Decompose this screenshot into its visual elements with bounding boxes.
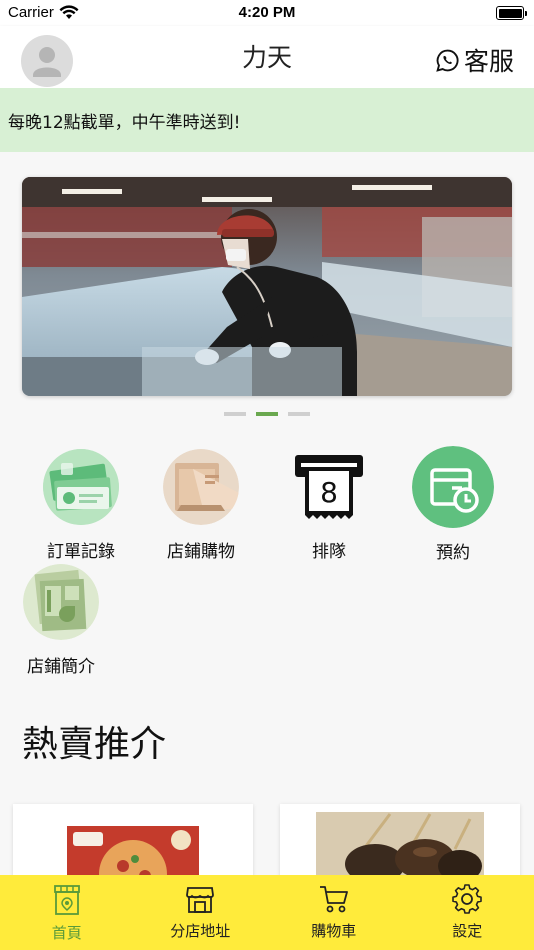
shop-intro-icon	[23, 564, 99, 640]
tab-branch-address-label: 分店地址	[170, 922, 231, 940]
svg-text:8: 8	[320, 476, 338, 509]
tab-settings[interactable]: 設定	[401, 875, 534, 950]
customer-service-label: 客服	[463, 47, 514, 76]
status-bar: Carrier 4:20 PM	[0, 0, 534, 26]
cart-icon	[319, 886, 348, 913]
queue-ticket-icon: 8	[291, 449, 367, 525]
carousel-indicator	[0, 412, 534, 416]
menu-item-shop-intro[interactable]: 店鋪簡介	[6, 564, 116, 677]
bottom-tab-bar: 首頁 分店地址 購物車 設定	[0, 875, 534, 950]
menu-label-shop-intro: 店鋪簡介	[27, 657, 95, 677]
carousel-dot[interactable]	[288, 412, 310, 416]
product-image	[13, 804, 253, 884]
menu-label-reservation: 預約	[436, 543, 470, 563]
menu-label-order-history: 訂單記錄	[47, 542, 115, 562]
battery-icon	[496, 6, 527, 20]
menu-item-order-history[interactable]: 訂單記錄	[26, 449, 136, 562]
menu-item-shop-shopping[interactable]: 店鋪購物	[146, 449, 256, 562]
section-title-hot-picks: 熱賣推介	[22, 724, 167, 765]
notice-text: 每晚12點截單，中午準時送到!	[8, 112, 241, 133]
product-card[interactable]	[13, 804, 253, 884]
menu-label-queue: 排隊	[312, 542, 346, 562]
carousel-dot-active[interactable]	[256, 412, 278, 416]
product-card[interactable]	[280, 804, 520, 884]
notice-banner: 每晚12點截單，中午準時送到!	[0, 88, 534, 152]
tab-branch-address[interactable]: 分店地址	[134, 875, 268, 950]
whatsapp-icon	[436, 49, 459, 72]
banner-carousel[interactable]	[22, 177, 512, 396]
home-store-icon	[53, 885, 80, 915]
order-history-icon	[43, 449, 119, 525]
product-image	[280, 804, 520, 884]
tab-home-label: 首頁	[51, 924, 82, 942]
reservation-icon	[412, 446, 494, 528]
tab-cart-label: 購物車	[311, 922, 357, 940]
app-header: 力天 客服	[0, 26, 534, 88]
banner-image	[22, 177, 512, 396]
shop-shopping-icon	[163, 449, 239, 525]
tab-cart[interactable]: 購物車	[267, 875, 401, 950]
menu-item-reservation[interactable]: 預約	[398, 446, 508, 563]
gear-icon	[452, 884, 483, 914]
customer-service-button[interactable]: 客服	[435, 42, 514, 78]
carousel-dot[interactable]	[224, 412, 246, 416]
branch-store-icon	[186, 887, 215, 913]
tab-home[interactable]: 首頁	[0, 875, 134, 950]
menu-item-queue[interactable]: 8 排隊	[274, 449, 384, 562]
menu-label-shop-shopping: 店鋪購物	[167, 542, 235, 562]
status-time: 4:20 PM	[238, 4, 296, 21]
tab-settings-label: 設定	[452, 922, 483, 940]
